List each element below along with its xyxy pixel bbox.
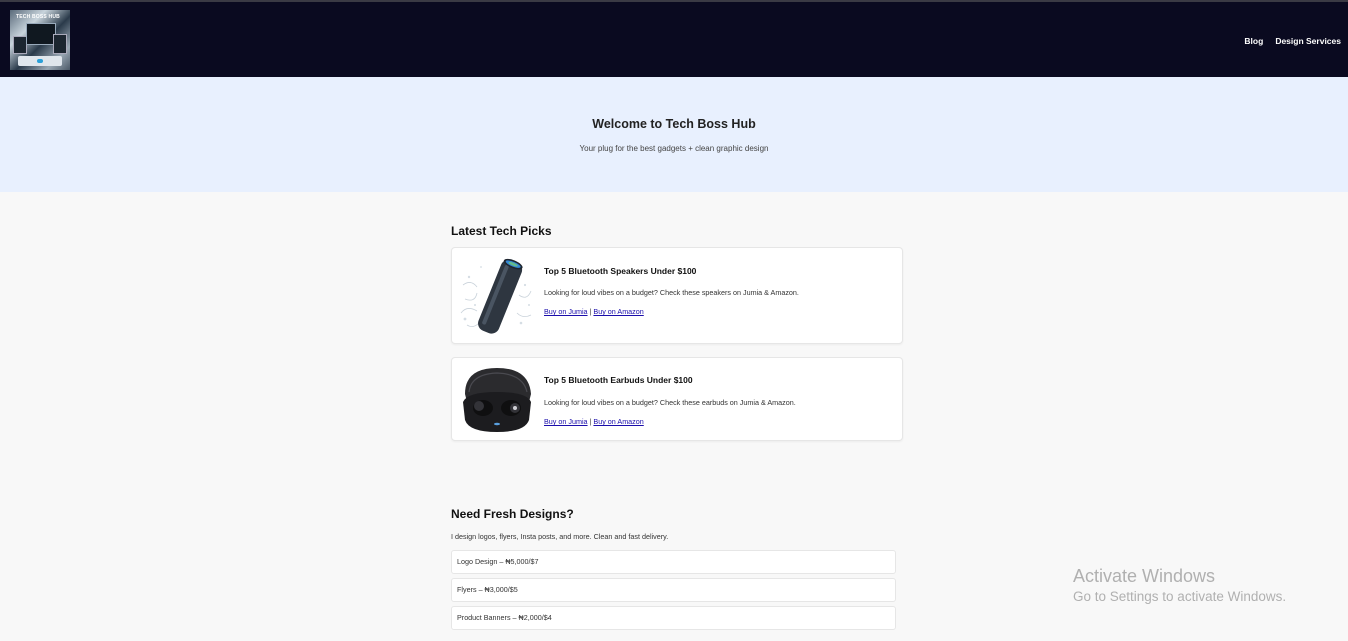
speaker-image bbox=[459, 255, 534, 335]
logo-mouse-graphic bbox=[37, 59, 43, 63]
earbuds-image bbox=[459, 364, 534, 436]
card-description: Looking for loud vibes on a budget? Chec… bbox=[544, 288, 799, 297]
card-description: Looking for loud vibes on a budget? Chec… bbox=[544, 398, 796, 407]
main-nav: Blog Design Services bbox=[1244, 36, 1341, 46]
service-item-flyers: Flyers – ₦3,000/$5 bbox=[451, 578, 896, 602]
tech-pick-card: Top 5 Bluetooth Earbuds Under $100 Looki… bbox=[451, 357, 903, 441]
service-item-product-banners: Product Banners – ₦2,000/$4 bbox=[451, 606, 896, 630]
logo-phone-graphic bbox=[13, 36, 27, 54]
watermark-subtitle: Go to Settings to activate Windows. bbox=[1073, 589, 1287, 604]
activate-windows-watermark: Activate Windows Go to Settings to activ… bbox=[1073, 566, 1286, 604]
card-title: Top 5 Bluetooth Earbuds Under $100 bbox=[544, 375, 693, 385]
logo-tablet-graphic bbox=[53, 34, 67, 54]
design-intro: I design logos, flyers, Insta posts, and… bbox=[451, 532, 669, 541]
link-separator: | bbox=[589, 307, 592, 316]
site-header: TECH BOSS HUB Blog Design Services bbox=[0, 2, 1348, 77]
card-title: Top 5 Bluetooth Speakers Under $100 bbox=[544, 266, 697, 276]
link-separator: | bbox=[589, 417, 592, 426]
design-heading: Need Fresh Designs? bbox=[451, 507, 574, 521]
tech-picks-heading: Latest Tech Picks bbox=[451, 224, 552, 238]
watermark-title: Activate Windows bbox=[1073, 566, 1216, 586]
buy-on-amazon-link[interactable]: Buy on Amazon bbox=[593, 307, 643, 316]
logo-monitor-graphic bbox=[26, 23, 56, 45]
hero-title: Welcome to Tech Boss Hub bbox=[592, 117, 756, 131]
buy-on-jumia-link[interactable]: Buy on Jumia bbox=[544, 417, 588, 426]
service-item-logo-design: Logo Design – ₦5,000/$7 bbox=[451, 550, 896, 574]
tech-pick-card: Top 5 Bluetooth Speakers Under $100 Look… bbox=[451, 247, 903, 344]
nav-link-blog[interactable]: Blog bbox=[1244, 36, 1263, 46]
buy-on-jumia-link[interactable]: Buy on Jumia bbox=[544, 307, 588, 316]
buy-on-amazon-link[interactable]: Buy on Amazon bbox=[593, 417, 643, 426]
logo-text: TECH BOSS HUB bbox=[16, 14, 60, 20]
nav-link-design-services[interactable]: Design Services bbox=[1275, 36, 1341, 46]
site-logo[interactable]: TECH BOSS HUB bbox=[10, 10, 70, 70]
hero-banner: Welcome to Tech Boss Hub Your plug for t… bbox=[0, 77, 1348, 192]
card-links: Buy on Jumia | Buy on Amazon bbox=[544, 417, 644, 426]
hero-subtitle: Your plug for the best gadgets + clean g… bbox=[579, 144, 769, 153]
card-links: Buy on Jumia | Buy on Amazon bbox=[544, 307, 644, 316]
